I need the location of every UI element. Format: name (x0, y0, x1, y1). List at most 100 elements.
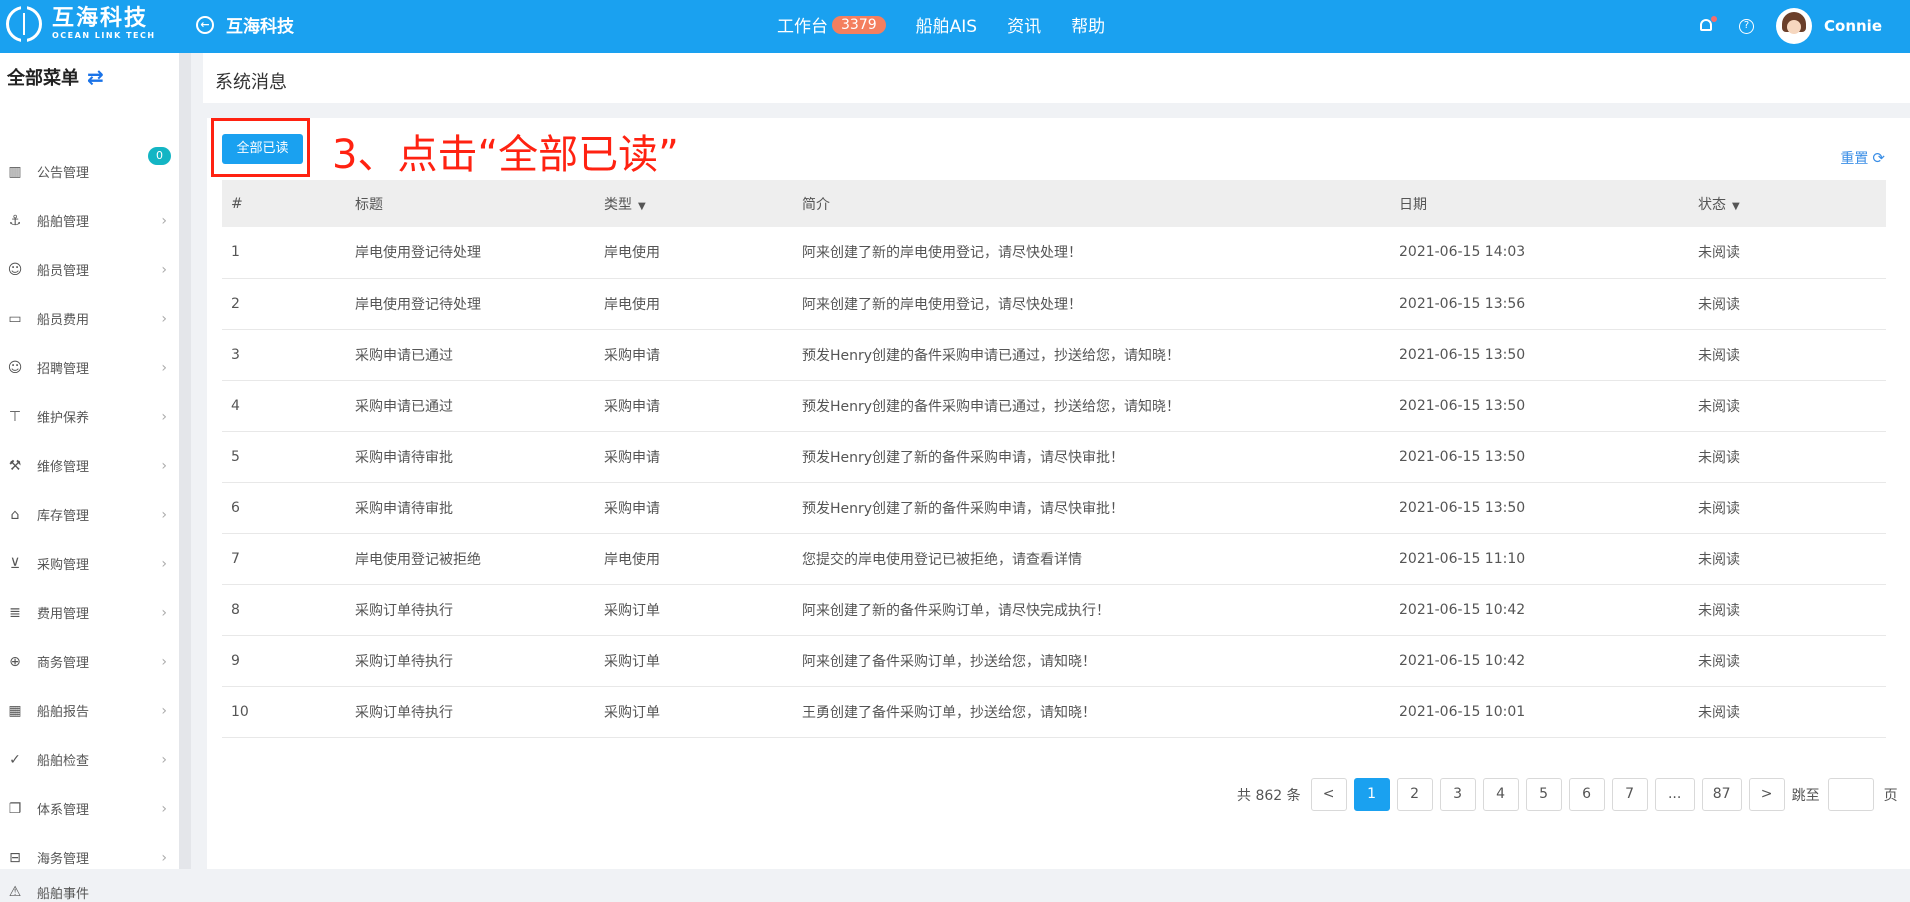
calendar-icon: ▦ (8, 702, 22, 719)
cell-type: 采购申请 (595, 329, 793, 381)
cell-index: 3 (222, 329, 346, 381)
sidebar-item-events[interactable]: ⚠ 船舶事件 (0, 882, 179, 902)
total-count: 共 862 条 (1237, 787, 1301, 804)
nav-news[interactable]: 资讯 (1007, 12, 1041, 37)
table-row[interactable]: 9 采购订单待执行 采购订单 阿来创建了备件采购订单，抄送给您，请知晓！ 2021-06… (222, 635, 1886, 687)
table-row[interactable]: 10 采购订单待执行 采购订单 王勇创建了备件采购订单，抄送给您，请知晓！ 2021-0… (222, 686, 1886, 738)
chevron-right-icon: › (161, 555, 167, 572)
sidebar-item-crew-expense[interactable]: ▭ 船员费用 › (0, 294, 179, 343)
logo-subtitle: OCEAN LINK TECH (52, 31, 156, 40)
next-page-button[interactable]: > (1748, 778, 1785, 811)
sidebar-item-purchase[interactable]: ⊻ 采购管理 › (0, 539, 179, 588)
refresh-icon: ⟳ (1872, 149, 1885, 167)
top-nav: 工作台 3379 船舶AIS 资讯 帮助 (777, 12, 1135, 37)
chevron-right-icon: › (161, 408, 167, 425)
page-button[interactable]: 7 (1611, 778, 1648, 811)
jump-page-input[interactable] (1827, 778, 1874, 811)
sidebar-item-label: 船舶管理 (37, 215, 90, 230)
sidebar-item-label: 采购管理 (37, 558, 90, 573)
table-row[interactable]: 3 采购申请已通过 采购申请 预发Henry创建的备件采购申请已通过，抄送给您，请知晓… (222, 329, 1886, 381)
column-header-status[interactable]: 状态 ▼ (1689, 180, 1886, 227)
highlight-box: 全部已读 (211, 118, 310, 177)
recruit-icon: ☺ (7, 359, 23, 376)
sidebar-item-maintenance[interactable]: ⊤ 维护保养 › (0, 392, 179, 441)
sidebar-item-system[interactable]: ❐ 体系管理 › (0, 784, 179, 833)
prev-page-button[interactable]: < (1310, 778, 1347, 811)
sidebar-item-business[interactable]: ⊕ 商务管理 › (0, 637, 179, 686)
read-all-button[interactable]: 全部已读 (222, 134, 303, 164)
sidebar-item-label: 船员管理 (37, 264, 90, 279)
chevron-right-icon: › (161, 800, 167, 817)
cell-status: 未阅读 (1689, 635, 1886, 687)
nav-workbench[interactable]: 工作台 3379 (777, 12, 886, 37)
back-arrow-icon: ← (196, 15, 214, 34)
cell-title: 采购申请待审批 (346, 482, 595, 534)
cell-index: 2 (222, 278, 346, 330)
swap-icon[interactable]: ⇄ (87, 65, 104, 89)
column-header-type[interactable]: 类型 ▼ (595, 180, 793, 227)
cart-icon: ⊻ (9, 555, 21, 572)
table-row[interactable]: 4 采购申请已通过 采购申请 预发Henry创建的备件采购申请已通过，抄送给您，请知晓… (222, 380, 1886, 432)
cell-summary: 预发Henry创建的备件采购申请已通过，抄送给您，请知晓！ (793, 380, 1390, 432)
help-icon[interactable]: ? (1739, 18, 1754, 34)
page-button[interactable]: 5 (1525, 778, 1562, 811)
cell-title: 采购订单待执行 (346, 686, 595, 738)
logo[interactable]: 互海科技 OCEAN LINK TECH (6, 6, 156, 42)
cell-index: 5 (222, 431, 346, 483)
logo-icon (6, 6, 42, 42)
sidebar-item-label: 费用管理 (37, 607, 90, 622)
cell-status: 未阅读 (1689, 380, 1886, 432)
sidebar-item-inventory[interactable]: ⌂ 库存管理 › (0, 490, 179, 539)
page-button[interactable]: 3 (1439, 778, 1476, 811)
cell-summary: 阿来创建了新的备件采购订单，请尽快完成执行！ (793, 584, 1390, 636)
reset-button[interactable]: 重置 ⟳ (1840, 148, 1885, 168)
signpost-icon: ⊟ (9, 849, 21, 866)
nav-ship-ais[interactable]: 船舶AIS (916, 12, 977, 37)
avatar[interactable] (1776, 8, 1812, 44)
sidebar-item-announcements[interactable]: ▥ 公告管理 0 (0, 147, 179, 196)
jump-label: 跳至 (1791, 787, 1820, 804)
username[interactable]: Connie (1824, 17, 1882, 35)
sidebar-item-expense[interactable]: ≣ 费用管理 › (0, 588, 179, 637)
chevron-right-icon: › (161, 212, 167, 229)
table-row[interactable]: 8 采购订单待执行 采购订单 阿来创建了新的备件采购订单，请尽快完成执行！ 2021-0… (222, 584, 1886, 636)
cell-summary: 阿来创建了新的岸电使用登记，请尽快处理！ (793, 227, 1390, 279)
cell-status: 未阅读 (1689, 227, 1886, 279)
page-ellipsis[interactable]: ... (1654, 778, 1695, 811)
cell-type: 岸电使用 (595, 533, 793, 585)
sidebar-item-ships[interactable]: ⚓ 船舶管理 › (0, 196, 179, 245)
page-button[interactable]: 6 (1568, 778, 1605, 811)
sidebar-item-crew[interactable]: ☺ 船员管理 › (0, 245, 179, 294)
cell-date: 2021-06-15 10:01 (1390, 686, 1689, 738)
chevron-right-icon: › (161, 261, 167, 278)
page-button[interactable]: 2 (1396, 778, 1433, 811)
sidebar-item-marine[interactable]: ⊟ 海务管理 › (0, 833, 179, 882)
table-row[interactable]: 2 岸电使用登记待处理 岸电使用 阿来创建了新的岸电使用登记，请尽快处理！ 2021-0… (222, 278, 1886, 330)
table-row[interactable]: 1 岸电使用登记待处理 岸电使用 阿来创建了新的岸电使用登记，请尽快处理！ 2021-0… (222, 227, 1886, 279)
sidebar-item-recruit[interactable]: ☺ 招聘管理 › (0, 343, 179, 392)
bell-icon[interactable] (1697, 16, 1717, 35)
cell-title: 采购订单待执行 (346, 584, 595, 636)
wrench-icon: ⚒ (8, 457, 22, 474)
sidebar-item-reports[interactable]: ▦ 船舶报告 › (0, 686, 179, 735)
back-link[interactable]: ← 互海科技 (196, 12, 294, 37)
page-button[interactable]: 4 (1482, 778, 1519, 811)
cell-date: 2021-06-15 14:03 (1390, 227, 1689, 279)
table-row[interactable]: 5 采购申请待审批 采购申请 预发Henry创建了新的备件采购申请，请尽快审批！ 202… (222, 431, 1886, 483)
sidebar-item-repair[interactable]: ⚒ 维修管理 › (0, 441, 179, 490)
chevron-right-icon: › (161, 359, 167, 376)
nav-help[interactable]: 帮助 (1071, 12, 1105, 37)
page-button[interactable]: 1 (1353, 778, 1390, 811)
table-row[interactable]: 6 采购申请待审批 采购申请 预发Henry创建了新的备件采购申请，请尽快审批！ 202… (222, 482, 1886, 534)
page-button[interactable]: 87 (1701, 778, 1742, 811)
cell-date: 2021-06-15 13:50 (1390, 482, 1689, 534)
sidebar-item-inspection[interactable]: ✓ 船舶检查 › (0, 735, 179, 784)
table-row[interactable]: 7 岸电使用登记被拒绝 岸电使用 您提交的岸电使用登记已被拒绝，请查看详情 2021-0… (222, 533, 1886, 585)
cell-summary: 预发Henry创建的备件采购申请已通过，抄送给您，请知晓！ (793, 329, 1390, 381)
cell-type: 采购申请 (595, 431, 793, 483)
sidebar-item-label: 海务管理 (37, 852, 90, 867)
cell-type: 岸电使用 (595, 278, 793, 330)
table-header-row: # 标题 类型 ▼ 简介 日期 状态 ▼ (222, 180, 1886, 227)
column-header-summary: 简介 (793, 180, 1390, 227)
cell-index: 7 (222, 533, 346, 585)
